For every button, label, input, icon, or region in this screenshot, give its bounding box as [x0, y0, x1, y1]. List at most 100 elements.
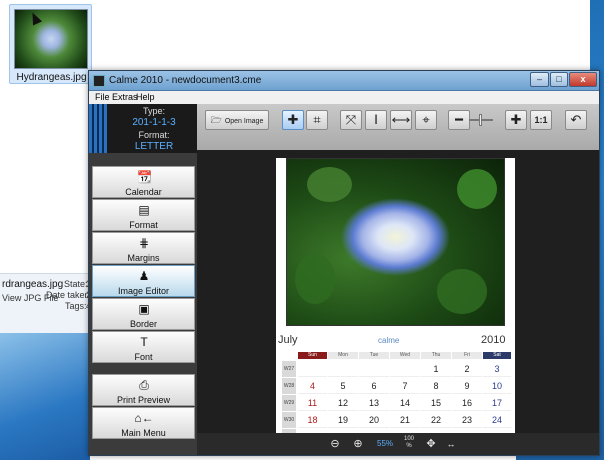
home-back-icon: ⌂← — [134, 411, 154, 425]
actual-size-icon[interactable]: 1:1 — [530, 110, 552, 130]
margins-icon: ⋕ — [138, 236, 150, 250]
day-header-sun: Sun — [298, 352, 327, 359]
zoom-out-icon[interactable]: ━ — [448, 110, 470, 130]
window-title: Calme 2010 - newdocument3.cme — [109, 75, 262, 86]
calendar-month: July — [278, 334, 298, 346]
calendar-day-cell[interactable]: 20 — [359, 412, 389, 428]
decorative-stripes — [89, 104, 107, 153]
calendar-day-cell[interactable]: 19 — [328, 412, 358, 428]
calendar-day-cell[interactable]: 13 — [359, 395, 389, 411]
calendar-page: July calme 2010 Sun Mon Tue Wed Thu Fri … — [276, 158, 515, 445]
app-icon — [93, 75, 105, 87]
menu-help[interactable]: Help — [136, 92, 155, 102]
calendar-day-cell[interactable]: 7 — [390, 378, 420, 394]
image-toolbar: 🗁 Open Image ✚ ⌗ ⤧ Ⅰ ⟷ ⌖ ━ ✚ 1:1 ↶ — [197, 104, 599, 150]
calendar-day-cell[interactable]: 16 — [452, 395, 482, 411]
nav-image-editor-label: Image Editor — [117, 286, 170, 296]
calendar-icon: 📆 — [137, 170, 152, 184]
calendar-day-cell[interactable]: 1 — [421, 361, 451, 377]
nav-main-menu-label: Main Menu — [121, 428, 166, 438]
week-number: W27 — [282, 361, 296, 377]
font-icon: T — [140, 335, 148, 349]
calme-window: Calme 2010 - newdocument3.cme – □ x File… — [88, 70, 600, 456]
window-titlebar[interactable]: Calme 2010 - newdocument3.cme – □ x — [89, 71, 599, 91]
calendar-day-cell[interactable]: 21 — [390, 412, 420, 428]
open-image-button[interactable]: 🗁 Open Image — [205, 110, 269, 130]
close-button[interactable]: x — [569, 72, 597, 87]
fit-width-icon[interactable]: ⟷ — [390, 110, 412, 130]
details-tags-label: Tags: — [65, 301, 87, 311]
calendar-day-cell[interactable]: 6 — [359, 378, 389, 394]
calendar-day-cell[interactable]: 2 — [452, 361, 482, 377]
calendar-day-cell[interactable] — [298, 361, 327, 377]
calendar-day-cell[interactable]: 24 — [483, 412, 511, 428]
zoom-level: 55% — [377, 439, 394, 448]
calendar-day-cell[interactable]: 10 — [483, 378, 511, 394]
calendar-day-cell[interactable]: 9 — [452, 378, 482, 394]
type-value: 201-1-1-3 — [132, 117, 176, 128]
nav-format-button[interactable]: ▤ Format — [92, 199, 195, 231]
calendar-day-cell[interactable]: 17 — [483, 395, 511, 411]
calendar-year: 2010 — [481, 334, 506, 346]
open-image-label: Open Image — [224, 118, 264, 125]
nav-image-editor-button[interactable]: ♟ Image Editor — [92, 265, 195, 297]
nav-print-preview-label: Print Preview — [116, 395, 170, 405]
calendar-photo[interactable] — [286, 158, 505, 326]
details-file-name: rdrangeas.jpg — [2, 279, 64, 290]
nav-main-menu-button[interactable]: ⌂← Main Menu — [92, 407, 195, 439]
format-icon: ▤ — [138, 203, 150, 217]
zoom-in-magnifier-icon[interactable]: ⊕ — [350, 436, 366, 452]
thumbnail-label: Hydrangeas.jpg — [16, 72, 87, 83]
details-state-label: State: — [64, 279, 88, 289]
calendar-day-cell[interactable] — [390, 361, 420, 377]
calendar-day-cell[interactable] — [328, 361, 358, 377]
pan-icon[interactable]: ✥ — [423, 436, 439, 452]
calendar-day-cell[interactable]: 12 — [328, 395, 358, 411]
maximize-button[interactable]: □ — [550, 72, 568, 87]
open-folder-icon: 🗁 — [210, 115, 222, 125]
menu-file[interactable]: File — [95, 92, 110, 102]
document-type-box: Type: 201-1-1-3 Format: LETTER — [89, 104, 197, 153]
calendar-day-cell[interactable]: 3 — [483, 361, 511, 377]
calendar-day-cell[interactable]: 11 — [298, 395, 327, 411]
zoom-out-magnifier-icon[interactable]: ⊖ — [327, 436, 343, 452]
undo-icon[interactable]: ↶ — [565, 110, 587, 130]
zoom-in-icon[interactable]: ✚ — [505, 110, 527, 130]
calendar-day-cell[interactable]: 4 — [298, 378, 327, 394]
calendar-day-cell[interactable]: 14 — [390, 395, 420, 411]
calendar-canvas[interactable]: July calme 2010 Sun Mon Tue Wed Thu Fri … — [197, 150, 599, 445]
calendar-day-cell[interactable]: 5 — [328, 378, 358, 394]
calendar-day-cell[interactable]: 15 — [421, 395, 451, 411]
zoom-100-button[interactable]: 100 % — [401, 436, 417, 452]
nav-margins-button[interactable]: ⋕ Margins — [92, 232, 195, 264]
border-icon: ▣ — [138, 302, 150, 316]
fit-height-icon[interactable]: Ⅰ — [365, 110, 387, 130]
format-label: Format: — [138, 130, 170, 140]
calendar-day-cell[interactable]: 22 — [421, 412, 451, 428]
zoom-slider-handle[interactable] — [479, 114, 482, 126]
calendar-day-cell[interactable]: 23 — [452, 412, 482, 428]
fit-arrows-icon[interactable]: ↔ — [443, 436, 459, 452]
move-tool-icon[interactable]: ✚ — [282, 110, 304, 130]
hydrangeas-thumbnail-image — [14, 9, 88, 69]
nav-print-preview-button[interactable]: ⎙ Print Preview — [92, 374, 195, 406]
file-thumbnail[interactable]: Hydrangeas.jpg — [9, 4, 92, 84]
nav-border-button[interactable]: ▣ Border — [92, 298, 195, 330]
calendar-day-cell[interactable]: 18 — [298, 412, 327, 428]
desktop-wallpaper — [0, 330, 90, 460]
day-header-mon: Mon — [328, 352, 358, 359]
fit-screen-icon[interactable]: ⤧ — [340, 110, 362, 130]
nav-font-button[interactable]: T Font — [92, 331, 195, 363]
nav-margins-label: Margins — [127, 253, 160, 263]
crop-tool-icon[interactable]: ⌗ — [306, 110, 328, 130]
week-number: W30 — [282, 412, 296, 428]
calendar-day-cell[interactable]: 8 — [421, 378, 451, 394]
minimize-button[interactable]: – — [530, 72, 549, 87]
person-icon: ♟ — [138, 269, 150, 283]
center-icon[interactable]: ⌖ — [415, 110, 437, 130]
nav-calendar-button[interactable]: 📆 Calendar — [92, 166, 195, 198]
calendar-day-cell[interactable] — [359, 361, 389, 377]
nav-format-label: Format — [129, 220, 158, 230]
menu-extras[interactable]: Extras — [112, 92, 138, 102]
day-header-thu: Thu — [421, 352, 451, 359]
